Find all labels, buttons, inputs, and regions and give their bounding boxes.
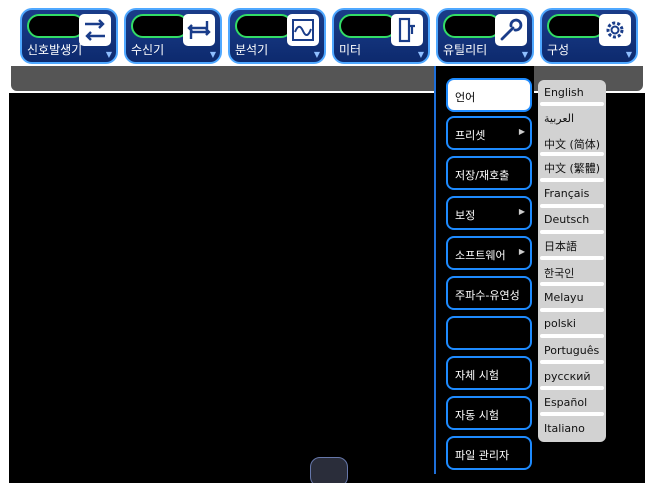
- language-option[interactable]: Português: [538, 344, 606, 357]
- menu-item-label: 언어: [455, 91, 476, 104]
- tab-meter[interactable]: 미터 ▼: [332, 8, 430, 64]
- menu-item-software[interactable]: 소프트웨어 ▶: [446, 236, 532, 270]
- tab-label: 구성: [547, 43, 570, 57]
- menu-item-file-manager[interactable]: 파일 관리자: [446, 436, 532, 470]
- chevron-down-icon: ▼: [625, 50, 632, 59]
- tab-utility[interactable]: 유틸리티 ▼: [436, 8, 534, 64]
- language-option[interactable]: 中文 (繁體): [538, 160, 606, 176]
- tab-configuration[interactable]: 구성 ▼: [540, 8, 638, 64]
- tab-status-pill: [547, 14, 605, 38]
- menu-item-label: 보정: [455, 209, 476, 222]
- chevron-right-icon: ▶: [518, 207, 525, 216]
- language-option[interactable]: polski: [538, 317, 606, 330]
- chevron-down-icon: ▼: [521, 50, 528, 59]
- tab-label: 미터: [339, 43, 362, 57]
- menu-item-self-test[interactable]: 자체 시험: [446, 356, 532, 390]
- language-option[interactable]: Español: [538, 396, 606, 409]
- menu-item-label: 저장/재호출: [455, 169, 510, 182]
- language-option[interactable]: 日本語: [538, 238, 606, 254]
- language-option[interactable]: Melayu: [538, 291, 606, 304]
- wrench-icon: [495, 14, 527, 46]
- analyzer-icon: [287, 14, 319, 46]
- chevron-down-icon: ▼: [209, 50, 216, 59]
- tab-signal-generator[interactable]: 신호발생기 ▼: [20, 8, 118, 64]
- menu-item-frequency-agility[interactable]: 주파수-유연성: [446, 276, 532, 310]
- language-option[interactable]: Français: [538, 187, 606, 200]
- divider: [540, 282, 604, 286]
- divider: [540, 308, 604, 312]
- language-option[interactable]: 한국인: [538, 265, 606, 281]
- signal-generator-icon: [79, 14, 111, 46]
- divider: [540, 386, 604, 390]
- menu-item-language[interactable]: 언어: [446, 78, 532, 112]
- tab-status-pill: [339, 14, 397, 38]
- divider: [540, 412, 604, 416]
- menu-item-calibration[interactable]: 보정 ▶: [446, 196, 532, 230]
- chevron-down-icon: ▼: [313, 50, 320, 59]
- tab-status-pill: [443, 14, 501, 38]
- divider: [540, 230, 604, 234]
- divider: [540, 178, 604, 182]
- menu-item-blank[interactable]: [446, 316, 532, 350]
- divider: [540, 360, 604, 364]
- menu-item-label: 자체 시험: [455, 369, 499, 382]
- chevron-right-icon: ▶: [518, 247, 525, 256]
- menu-item-label: 파일 관리자: [455, 449, 510, 462]
- chevron-down-icon: ▼: [417, 50, 424, 59]
- language-option[interactable]: русский: [538, 370, 606, 383]
- menu-item-label: 프리셋: [455, 129, 486, 142]
- language-option[interactable]: العربية: [538, 112, 606, 125]
- chevron-right-icon: ▶: [518, 127, 525, 136]
- tab-status-pill: [27, 14, 85, 38]
- tab-label: 분석기: [235, 43, 269, 57]
- divider: [540, 334, 604, 338]
- menu-item-label: 소프트웨어: [455, 249, 506, 262]
- language-option[interactable]: Deutsch: [538, 213, 606, 226]
- tab-receiver[interactable]: 수신기 ▼: [124, 8, 222, 64]
- tab-status-pill: [235, 14, 293, 38]
- divider: [540, 256, 604, 260]
- tab-label: 유틸리티: [443, 43, 488, 57]
- language-option[interactable]: Italiano: [538, 422, 606, 435]
- menu-item-presets[interactable]: 프리셋 ▶: [446, 116, 532, 150]
- drag-handle[interactable]: [310, 457, 348, 483]
- tab-status-pill: [131, 14, 189, 38]
- divider: [540, 102, 604, 106]
- menu-item-label: 주파수-유연성: [455, 289, 520, 302]
- gear-icon: [599, 14, 631, 46]
- language-option[interactable]: English: [538, 86, 606, 99]
- receiver-icon: [183, 14, 215, 46]
- divider: [540, 152, 604, 156]
- chevron-down-icon: ▼: [105, 50, 112, 59]
- menu-item-save-recall[interactable]: 저장/재호출: [446, 156, 532, 190]
- language-option[interactable]: 中文 (简体): [538, 136, 606, 152]
- divider: [540, 204, 604, 208]
- tab-label: 수신기: [131, 43, 165, 57]
- menu-item-label: 자동 시험: [455, 409, 499, 422]
- meter-icon: [391, 14, 423, 46]
- tab-label: 신호발생기: [27, 43, 83, 57]
- menu-item-auto-test[interactable]: 자동 시험: [446, 396, 532, 430]
- tab-analyzer[interactable]: 분석기 ▼: [228, 8, 326, 64]
